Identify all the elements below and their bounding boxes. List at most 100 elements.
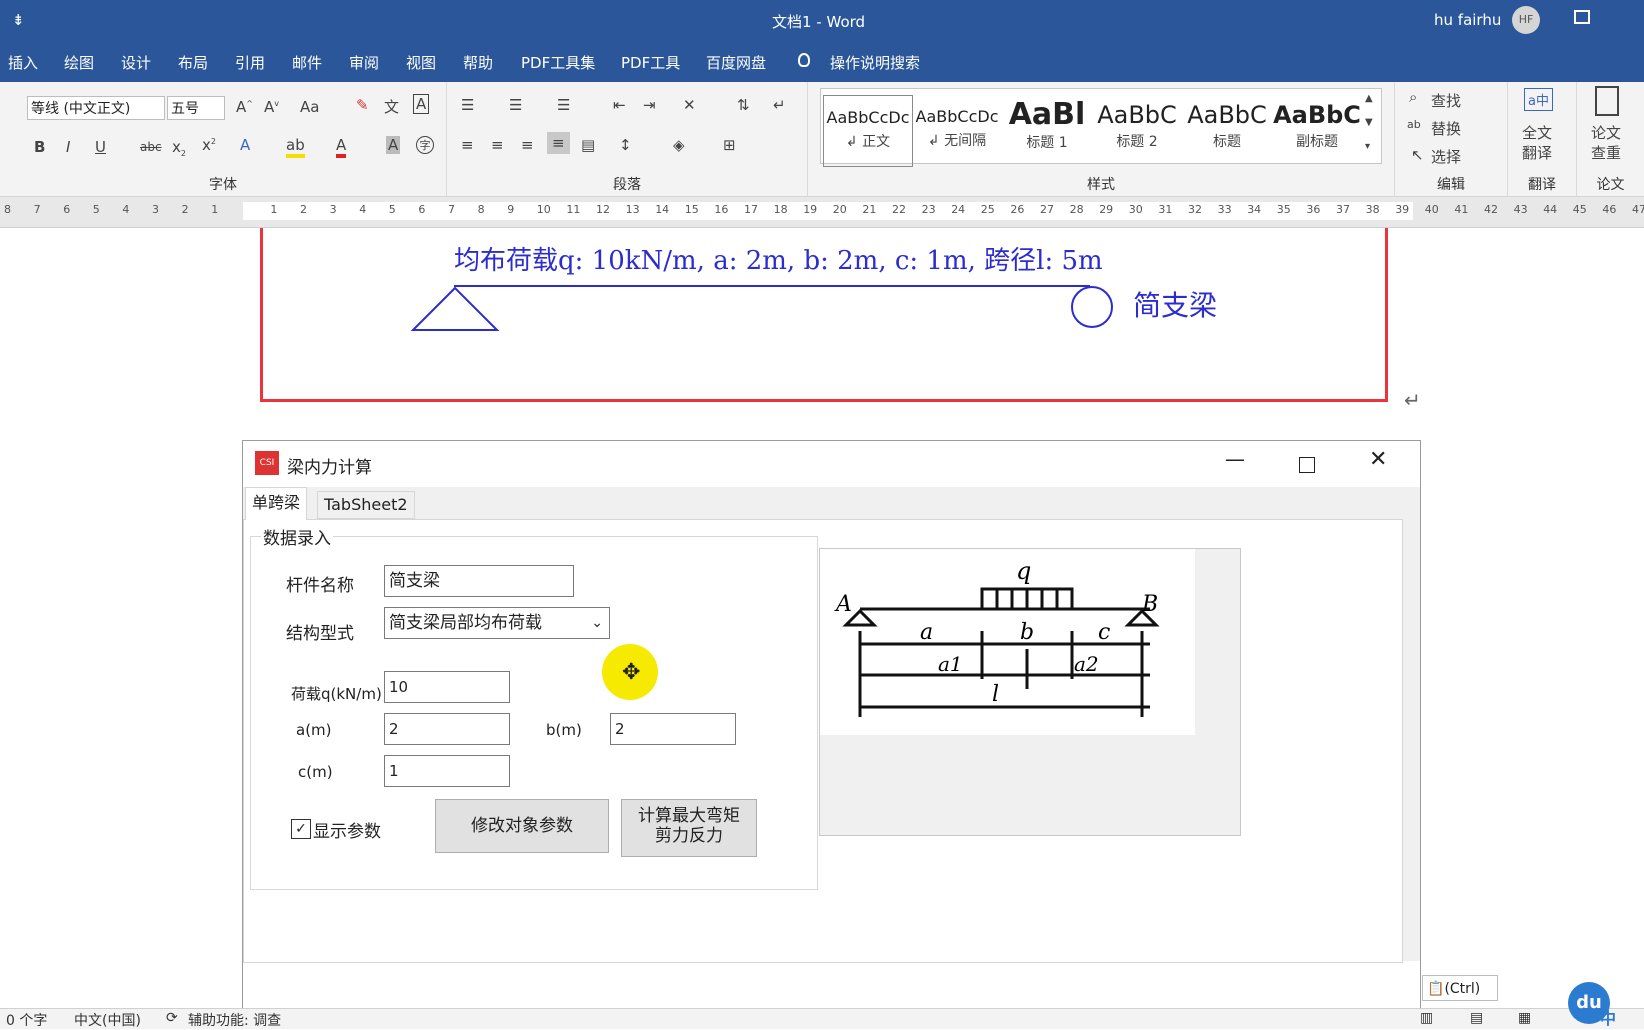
tab-pdf-toolset[interactable]: PDF工具集 (521, 52, 595, 73)
web-layout-icon[interactable]: ▦ (1518, 1010, 1531, 1026)
clipboard-icon: 📋 (1427, 981, 1445, 997)
underline-button[interactable]: U (95, 138, 106, 156)
shading-icon[interactable]: ◈ (673, 136, 685, 154)
avatar[interactable]: HF (1512, 6, 1540, 34)
italic-button[interactable]: I (66, 138, 70, 156)
paper-check-line1[interactable]: 论文 (1591, 122, 1621, 143)
styles-more-icon[interactable]: ▾ (1365, 141, 1370, 152)
increase-indent-icon[interactable]: ⇥ (643, 96, 656, 114)
text-effects-icon[interactable]: A (240, 136, 250, 154)
tab-pdf-tools[interactable]: PDF工具 (621, 52, 680, 73)
find-icon[interactable]: ⌕ (1409, 88, 1417, 106)
line-spacing-icon[interactable]: ↕ (619, 136, 632, 154)
horizontal-ruler[interactable]: 8 7 6 5 4 3 2 1 1 2 3 4 5 6 7 8 9 10 11 12 13 14 15 16 17 18 19 20 2… (0, 197, 1644, 228)
tab-design[interactable]: 设计 (121, 52, 151, 73)
close-icon[interactable]: ✕ (1369, 447, 1387, 472)
translate-icon[interactable]: a中 (1524, 88, 1553, 111)
a-input[interactable]: 2 (384, 713, 510, 745)
paste-options-button[interactable]: 📋(Ctrl) (1422, 975, 1498, 1001)
align-left-icon[interactable]: ≡ (461, 136, 474, 154)
ruler-label: 5 (388, 203, 396, 216)
struct-type-select[interactable]: 简支梁局部均布荷载 ⌄ (384, 607, 610, 639)
change-case-icon[interactable]: Aa (300, 98, 319, 116)
align-center-icon[interactable]: ≡ (491, 136, 504, 154)
load-input[interactable]: 10 (384, 671, 510, 703)
quick-access-icon[interactable]: ⇟ (12, 11, 25, 29)
paper-check-icon[interactable] (1595, 86, 1619, 116)
modify-params-button[interactable]: 修改对象参数 (435, 799, 609, 853)
char-shading-icon[interactable]: A (386, 136, 401, 154)
styles-scroll-down-icon[interactable]: ▼ (1365, 117, 1373, 128)
full-translate-line2[interactable]: 翻译 (1522, 142, 1552, 163)
superscript-icon[interactable]: x2 (202, 136, 216, 154)
enclose-char-icon[interactable]: 字 (416, 136, 434, 154)
c-input[interactable]: 1 (384, 755, 510, 787)
style-normal[interactable]: AaBbCcDc ↲ 正文 (823, 95, 913, 167)
style-title[interactable]: AaBbC 标题 (1183, 95, 1271, 165)
shrink-font-icon[interactable]: Av (264, 98, 279, 116)
chinese-layout-icon[interactable]: ✕ (683, 96, 696, 114)
subscript-icon[interactable]: x2 (172, 138, 186, 158)
clear-format-icon[interactable]: ✎ (356, 96, 369, 114)
borders-icon[interactable]: ⊞ (723, 136, 736, 154)
show-params-checkbox[interactable]: ✓ (291, 819, 311, 839)
font-color-icon[interactable]: A (336, 136, 347, 158)
font-name-select[interactable]: 等线 (中文正文) (27, 96, 165, 120)
word-count[interactable]: 0 个字 (6, 1010, 47, 1030)
ruler-label: 16 (714, 203, 729, 216)
dialog-title-bar[interactable]: CSI 梁内力计算 — ✕ (243, 441, 1420, 487)
tab-insert[interactable]: 插入 (8, 52, 38, 73)
style-no-spacing[interactable]: AaBbCcDc ↲ 无间隔 (913, 95, 1001, 165)
baidu-du-icon[interactable]: du (1568, 982, 1610, 1024)
bold-button[interactable]: B (34, 138, 45, 156)
grow-font-icon[interactable]: A^ (236, 98, 253, 116)
select-icon[interactable]: ↖ (1411, 146, 1424, 164)
find-button[interactable]: 查找 (1431, 90, 1461, 111)
strikethrough-button[interactable]: abc (140, 140, 162, 154)
ribbon-display-icon[interactable] (1574, 10, 1590, 24)
decrease-indent-icon[interactable]: ⇤ (613, 96, 626, 114)
tab-mailings[interactable]: 邮件 (292, 52, 322, 73)
language-status[interactable]: 中文(中国) (74, 1010, 141, 1030)
read-mode-icon[interactable]: ▥ (1420, 1010, 1433, 1026)
style-subtitle[interactable]: AaBbC 副标题 (1273, 95, 1361, 165)
sort-icon[interactable]: ⇅ (737, 96, 750, 114)
minimize-icon[interactable]: — (1225, 447, 1245, 471)
tab-baidu-netdisk[interactable]: 百度网盘 (706, 52, 766, 73)
calc-button[interactable]: 计算最大弯矩 剪力反力 (621, 799, 757, 857)
full-translate-line1[interactable]: 全文 (1522, 122, 1552, 143)
bullets-icon[interactable]: ☰ (461, 96, 474, 114)
highlight-icon[interactable]: ab (286, 136, 305, 158)
tell-me-search[interactable]: 操作说明搜索 (830, 52, 920, 73)
tab-help[interactable]: 帮助 (463, 52, 493, 73)
font-size-select[interactable]: 五号 (167, 96, 225, 120)
style-heading-1[interactable]: AaBl 标题 1 (1003, 95, 1091, 165)
tab-review[interactable]: 审阅 (349, 52, 379, 73)
style-heading-2[interactable]: AaBbC 标题 2 (1093, 95, 1181, 165)
tab-view[interactable]: 视图 (406, 52, 436, 73)
user-name[interactable]: hu fairhu (1434, 11, 1501, 29)
char-border-icon[interactable]: A (413, 94, 430, 114)
select-button[interactable]: 选择 (1431, 146, 1461, 167)
tab-single-span[interactable]: 单跨梁 (245, 487, 308, 520)
accessibility-status[interactable]: 辅助功能: 调查 (188, 1010, 281, 1030)
tab-draw[interactable]: 绘图 (64, 52, 94, 73)
member-name-input[interactable]: 简支梁 (384, 565, 574, 597)
align-right-icon[interactable]: ≡ (521, 136, 534, 154)
justify-icon[interactable]: ≡ (547, 132, 570, 154)
show-marks-icon[interactable]: ↵ (773, 96, 786, 114)
tab-tabsheet2[interactable]: TabSheet2 (317, 491, 415, 519)
distributed-icon[interactable]: ▤ (581, 136, 595, 154)
multilevel-list-icon[interactable]: ☰ (557, 96, 570, 114)
print-layout-icon[interactable]: ▤ (1470, 1010, 1483, 1026)
paper-check-line2[interactable]: 查重 (1591, 142, 1621, 163)
tab-references[interactable]: 引用 (235, 52, 265, 73)
styles-scroll-up-icon[interactable]: ▲ (1365, 93, 1373, 104)
tab-layout[interactable]: 布局 (178, 52, 208, 73)
phonetic-guide-icon[interactable]: 文 (384, 96, 399, 117)
numbering-icon[interactable]: ☰ (509, 96, 522, 114)
replace-button[interactable]: 替换 (1431, 118, 1461, 139)
b-input[interactable]: 2 (610, 713, 736, 745)
maximize-icon[interactable] (1299, 457, 1315, 473)
replace-icon[interactable]: ab (1407, 118, 1421, 131)
